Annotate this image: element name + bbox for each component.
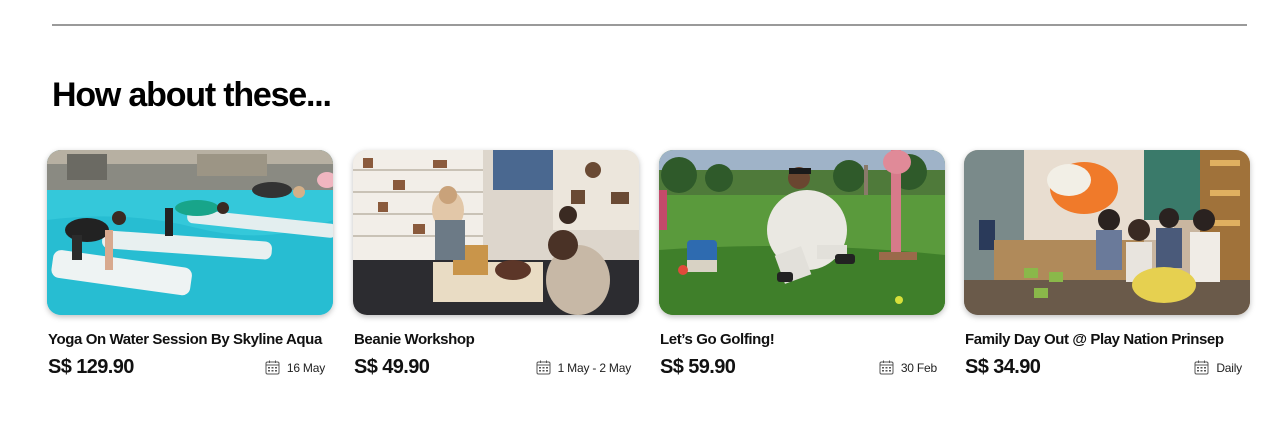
card-date: 30 Feb — [879, 360, 937, 375]
calendar-icon — [879, 360, 894, 375]
card-price: S$ 129.90 — [48, 356, 134, 378]
card-title: Let’s Go Golfing! — [660, 331, 775, 348]
activity-cards-row: Yoga On Water Session By Skyline Aqua S$… — [47, 150, 1251, 390]
card-price: S$ 59.90 — [660, 356, 736, 378]
card-date: Daily — [1194, 360, 1242, 375]
card-date: 16 May — [265, 360, 325, 375]
card-title: Beanie Workshop — [354, 331, 475, 348]
yoga-on-water-photo — [47, 150, 333, 315]
card-date-label: Daily — [1216, 360, 1242, 375]
calendar-icon — [1194, 360, 1209, 375]
card-title: Yoga On Water Session By Skyline Aqua — [48, 331, 322, 348]
card-price: S$ 49.90 — [354, 356, 430, 378]
activity-card[interactable]: Yoga On Water Session By Skyline Aqua S$… — [47, 150, 333, 390]
card-date: 1 May - 2 May — [536, 360, 631, 375]
section-divider — [52, 24, 1247, 26]
calendar-icon — [536, 360, 551, 375]
golf-lawn-photo — [659, 150, 945, 315]
play-nation-arcade-photo — [964, 150, 1250, 315]
card-date-label: 30 Feb — [900, 360, 937, 375]
card-title: Family Day Out @ Play Nation Prinsep — [965, 331, 1224, 348]
activity-card[interactable]: Let’s Go Golfing! S$ 59.90 30 Feb — [659, 150, 945, 390]
calendar-icon — [265, 360, 280, 375]
card-date-label: 1 May - 2 May — [557, 360, 632, 375]
activity-card[interactable]: Beanie Workshop S$ 49.90 1 May - 2 May — [353, 150, 639, 390]
beanie-workshop-photo — [353, 150, 639, 315]
activity-card[interactable]: Family Day Out @ Play Nation Prinsep S$ … — [964, 150, 1250, 390]
section-heading: How about these... — [52, 76, 332, 114]
card-date-label: 16 May — [286, 360, 325, 375]
card-price: S$ 34.90 — [965, 356, 1041, 378]
